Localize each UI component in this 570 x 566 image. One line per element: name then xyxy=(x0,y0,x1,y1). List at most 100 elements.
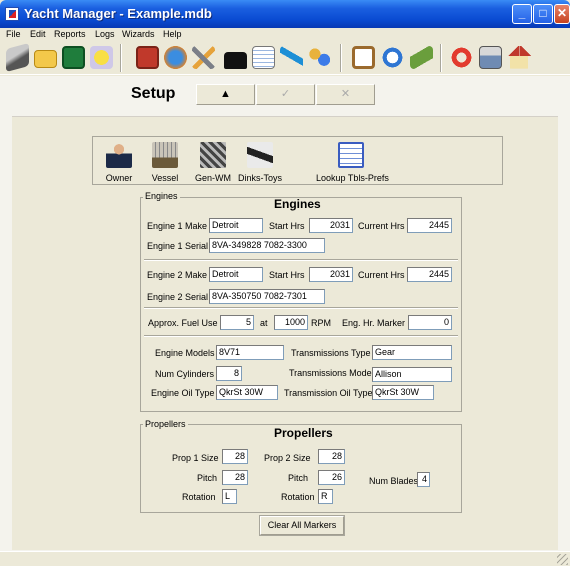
menu-help[interactable]: Help xyxy=(163,28,182,41)
nav-cancel-button[interactable]: ✕ xyxy=(316,84,375,105)
book-icon[interactable] xyxy=(4,42,31,73)
divider xyxy=(144,259,458,261)
transmission-model-label: Transmissions Model xyxy=(289,368,374,378)
menu-file[interactable]: File xyxy=(6,28,21,41)
status-bar xyxy=(0,551,570,566)
transmission-type-field[interactable]: Gear xyxy=(372,345,452,360)
fuel-rpm-field[interactable]: 1000 xyxy=(274,315,308,330)
transmission-type-label: Transmissions Type xyxy=(291,348,371,358)
engine-oil-field[interactable]: QkrSt 30W xyxy=(216,385,278,400)
engine-oil-label: Engine Oil Type xyxy=(151,388,215,398)
engine-hour-marker-label: Eng. Hr. Marker xyxy=(342,318,406,328)
rotation2-label: Rotation xyxy=(281,492,315,502)
transmission-oil-field[interactable]: QkrSt 30W xyxy=(372,385,434,400)
lifebuoy-icon[interactable] xyxy=(448,44,475,71)
checklist-icon[interactable] xyxy=(134,44,161,71)
menu-wizards[interactable]: Wizards xyxy=(122,28,155,41)
menu-edit[interactable]: Edit xyxy=(30,28,46,41)
prop1-size-field[interactable]: 28 xyxy=(222,449,248,464)
jet-ski-icon[interactable] xyxy=(278,44,305,71)
num-blades-field[interactable]: 4 xyxy=(417,472,430,487)
close-button[interactable]: ✕ xyxy=(554,4,570,24)
resize-grip-icon[interactable] xyxy=(557,554,568,565)
engine1-start-label: Start Hrs xyxy=(269,221,305,231)
engine1-make-field[interactable]: Detroit xyxy=(209,218,263,233)
fuel-use-field[interactable]: 5 xyxy=(220,315,254,330)
people-icon[interactable] xyxy=(306,44,333,71)
engine-models-label: Engine Models xyxy=(155,348,215,358)
engine2-make-field[interactable]: Detroit xyxy=(209,267,263,282)
prop1-size-label: Prop 1 Size xyxy=(172,453,219,463)
toolbar-separator xyxy=(340,44,342,72)
maximize-button[interactable]: □ xyxy=(533,4,553,24)
divider xyxy=(144,335,458,337)
prop2-size-field[interactable]: 28 xyxy=(318,449,345,464)
generator-icon xyxy=(200,142,226,168)
app-icon[interactable] xyxy=(5,7,19,21)
engine2-make-label: Engine 2 Make xyxy=(147,270,208,280)
engine2-current-hrs-field[interactable]: 2445 xyxy=(407,267,452,282)
group-caption: Engines xyxy=(143,191,180,201)
group-caption: Propellers xyxy=(143,419,188,429)
save-disk-icon[interactable] xyxy=(60,44,87,71)
folder-open-icon[interactable] xyxy=(32,44,59,71)
vessel-icon xyxy=(152,142,178,168)
engine-hour-marker-field[interactable]: 0 xyxy=(408,315,452,330)
rotation1-field[interactable]: L xyxy=(222,489,237,504)
category-label: Lookup Tbls-Prefs xyxy=(316,173,389,183)
notepad-icon[interactable] xyxy=(250,44,277,71)
house-icon[interactable] xyxy=(506,44,533,71)
category-label: Dinks-Toys xyxy=(237,173,282,183)
clipboard-icon[interactable] xyxy=(350,44,377,71)
engine1-start-hrs-field[interactable]: 2031 xyxy=(309,218,353,233)
transmission-oil-label: Transmission Oil Type xyxy=(284,388,373,398)
engine2-start-hrs-field[interactable]: 2031 xyxy=(309,267,353,282)
num-cylinders-field[interactable]: 8 xyxy=(216,366,242,381)
minimize-button[interactable]: _ xyxy=(512,4,532,24)
category-dinks-toys[interactable]: Dinks-Toys xyxy=(238,142,282,183)
engine1-make-label: Engine 1 Make xyxy=(147,221,208,231)
num-cylinders-label: Num Cylinders xyxy=(155,369,215,379)
toolbar-separator xyxy=(440,44,442,72)
money-icon[interactable] xyxy=(408,44,435,71)
toolbar-separator xyxy=(120,44,122,72)
section-title: Propellers xyxy=(274,426,333,440)
pitch2-field[interactable]: 26 xyxy=(318,470,345,485)
table-icon xyxy=(338,142,364,168)
padlock-icon[interactable] xyxy=(222,44,249,71)
rotation2-field[interactable]: R xyxy=(318,489,333,504)
num-blades-label: Num Blades xyxy=(369,476,419,486)
page-title: Setup xyxy=(131,85,176,102)
engine2-serial-field[interactable]: 8VA-350750 7082-7301 xyxy=(209,289,325,304)
engine1-serial-label: Engine 1 Serial xyxy=(147,241,209,251)
star-icon[interactable] xyxy=(88,44,115,71)
rpm-label: RPM xyxy=(311,318,331,328)
printer-icon[interactable] xyxy=(477,44,504,71)
pitch2-label: Pitch xyxy=(288,473,309,483)
window-title: Yacht Manager - Example.mdb xyxy=(24,6,212,21)
section-title: Engines xyxy=(274,197,321,211)
pitch1-field[interactable]: 28 xyxy=(222,470,248,485)
engine2-start-label: Start Hrs xyxy=(269,270,305,280)
engine1-current-label: Current Hrs xyxy=(358,221,405,231)
category-lookup-tables[interactable]: Lookup Tbls-Prefs xyxy=(316,142,389,183)
fuel-use-label: Approx. Fuel Use xyxy=(148,318,218,328)
globe-icon[interactable] xyxy=(162,44,189,71)
nav-check-button[interactable]: ✓ xyxy=(256,84,315,105)
wrench-icon[interactable] xyxy=(190,44,217,71)
category-vessel[interactable]: Vessel xyxy=(150,142,180,183)
engine1-current-hrs-field[interactable]: 2445 xyxy=(407,218,452,233)
pitch1-label: Pitch xyxy=(197,473,218,483)
transmission-model-field[interactable]: Allison xyxy=(372,367,452,382)
category-gen-wm[interactable]: Gen-WM xyxy=(195,142,231,183)
clear-all-markers-button[interactable]: Clear All Markers xyxy=(259,515,345,536)
dinghy-icon xyxy=(247,142,273,168)
owner-icon xyxy=(106,142,132,168)
menu-reports[interactable]: Reports xyxy=(54,28,86,41)
nav-up-button[interactable]: ▲ xyxy=(196,84,255,105)
engine-models-field[interactable]: 8V71 xyxy=(216,345,284,360)
menu-logs[interactable]: Logs xyxy=(95,28,115,41)
engine1-serial-field[interactable]: 8VA-349828 7082-3300 xyxy=(209,238,325,253)
fuel-at-label: at xyxy=(260,318,268,328)
gauge-icon[interactable] xyxy=(379,44,406,71)
